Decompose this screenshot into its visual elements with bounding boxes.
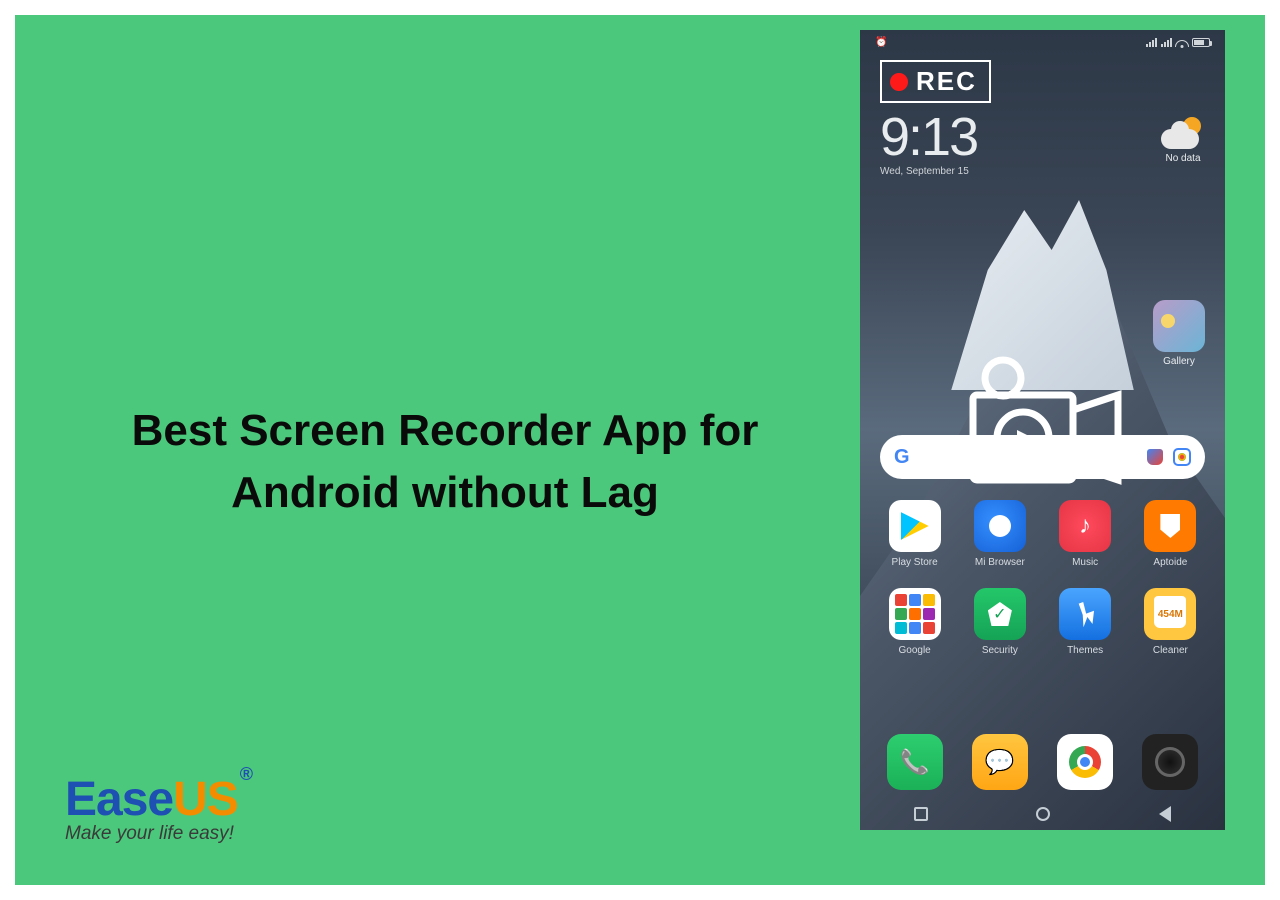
music-icon [1059, 500, 1111, 552]
dock [880, 734, 1205, 790]
dock-camera[interactable] [1142, 734, 1198, 790]
gallery-icon [1153, 300, 1205, 352]
status-bar: ⏰ [860, 30, 1225, 54]
lens-icon[interactable] [1173, 448, 1191, 466]
gallery-shortcut[interactable]: Gallery [1153, 300, 1205, 367]
weather-widget[interactable]: No data [1161, 115, 1205, 164]
nav-back-button[interactable] [1159, 806, 1171, 822]
app-play-store[interactable]: Play Store [880, 500, 949, 568]
signal-icon [1146, 38, 1157, 47]
app-themes[interactable]: Themes [1051, 588, 1120, 656]
nav-recents-button[interactable] [914, 807, 928, 821]
status-left: ⏰ [875, 37, 887, 48]
clock-date: Wed, September 15 [880, 166, 977, 177]
clock-widget: 9:13 Wed, September 15 [880, 110, 977, 177]
app-cleaner[interactable]: Cleaner [1136, 588, 1205, 656]
camcorder-overlay-icon [953, 350, 1133, 505]
app-label: Cleaner [1136, 645, 1205, 656]
app-mi-browser[interactable]: Mi Browser [965, 500, 1034, 568]
brand-ease: Ease [65, 773, 173, 826]
app-grid: Play Store Mi Browser Music Aptoide Google Se… [880, 500, 1205, 656]
play-store-icon [889, 500, 941, 552]
dock-messages[interactable] [972, 734, 1028, 790]
phone-mockup: ⏰ REC 9:13 Wed, September 15 No data [860, 30, 1225, 830]
rec-label: REC [916, 66, 977, 97]
gallery-label: Gallery [1153, 356, 1205, 367]
weather-icon [1161, 115, 1205, 149]
brand-us: US [173, 773, 238, 826]
headline-text: Best Screen Recorder App for Android wit… [85, 400, 805, 523]
weather-label: No data [1161, 153, 1205, 164]
google-logo-icon: G [894, 446, 910, 469]
app-security[interactable]: Security [965, 588, 1034, 656]
signal-icon-2 [1161, 38, 1172, 47]
google-search-bar[interactable]: G [880, 435, 1205, 479]
registered-icon: ® [240, 764, 252, 784]
app-aptoide[interactable]: Aptoide [1136, 500, 1205, 568]
brand-name: EaseUS® [65, 772, 250, 827]
app-label: Mi Browser [965, 557, 1034, 568]
dock-chrome[interactable] [1057, 734, 1113, 790]
app-label: Themes [1051, 645, 1120, 656]
mic-icon[interactable] [1147, 449, 1163, 465]
themes-icon [1059, 588, 1111, 640]
aptoide-icon [1144, 500, 1196, 552]
app-label: Play Store [880, 557, 949, 568]
promo-canvas: Best Screen Recorder App for Android wit… [15, 15, 1265, 885]
app-label: Google [880, 645, 949, 656]
app-label: Music [1051, 557, 1120, 568]
brand-logo: EaseUS® Make your life easy! [65, 772, 250, 845]
nav-bar [860, 798, 1225, 830]
app-music[interactable]: Music [1051, 500, 1120, 568]
brand-tagline: Make your life easy! [65, 823, 250, 845]
alarm-icon: ⏰ [875, 37, 887, 48]
app-label: Security [965, 645, 1034, 656]
nav-home-button[interactable] [1036, 807, 1050, 821]
rec-dot-icon [890, 73, 908, 91]
battery-icon [1192, 38, 1210, 47]
wifi-icon [1176, 36, 1188, 48]
app-label: Aptoide [1136, 557, 1205, 568]
clock-time: 9:13 [880, 110, 977, 164]
rec-indicator: REC [880, 60, 991, 103]
status-right [1146, 36, 1210, 48]
google-folder-icon [889, 588, 941, 640]
cleaner-icon [1144, 588, 1196, 640]
app-google-folder[interactable]: Google [880, 588, 949, 656]
mi-browser-icon [974, 500, 1026, 552]
dock-phone[interactable] [887, 734, 943, 790]
security-icon [974, 588, 1026, 640]
